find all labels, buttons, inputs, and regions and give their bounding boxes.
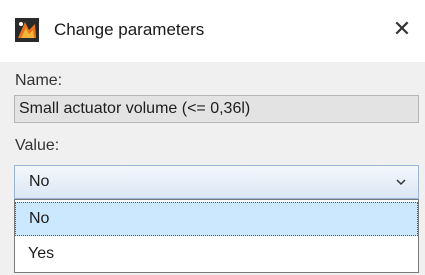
value-select[interactable]: No [14, 165, 419, 199]
selected-value: No [29, 173, 50, 190]
title-bar: Change parameters ✕ [0, 0, 425, 62]
name-field: Small actuator volume (<= 0,36l) [14, 95, 419, 123]
close-icon[interactable]: ✕ [393, 16, 411, 42]
value-label: Value: [15, 137, 60, 154]
option-no[interactable]: No [15, 202, 418, 236]
value-dropdown-list: No Yes [14, 199, 419, 273]
name-label: Name: [15, 72, 63, 89]
close-button[interactable]: ✕ [387, 14, 417, 44]
option-yes[interactable]: Yes [15, 238, 418, 272]
app-logo-icon [15, 18, 39, 42]
window-title: Change parameters [54, 20, 205, 39]
